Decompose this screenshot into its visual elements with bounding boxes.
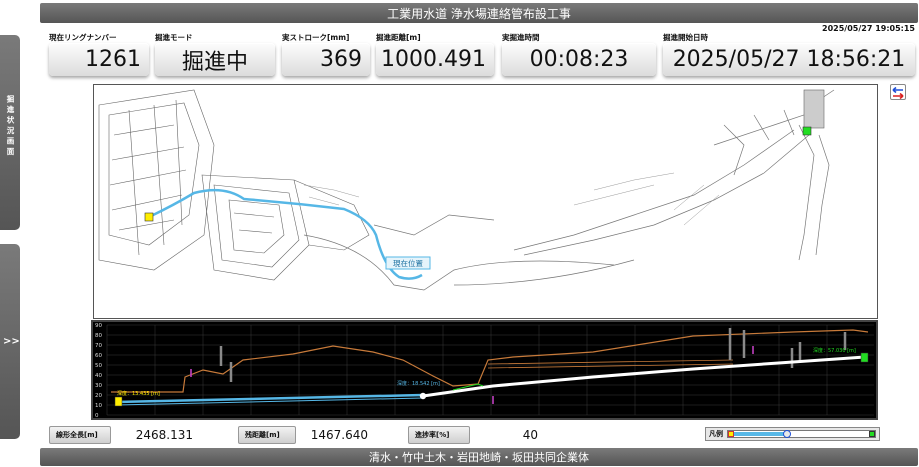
- metric-value: 00:08:23: [502, 43, 656, 76]
- metric-label: 実掘進時間: [502, 33, 540, 42]
- depth-profile-chart[interactable]: 90 80 70 60 50 40 30 20 10 0 深度：13.435 [m] 深度：18.…: [91, 320, 878, 420]
- y-tick-label: 20: [95, 393, 102, 399]
- profile-end-label: 深度：57.030 [m]: [813, 347, 856, 354]
- metric-label: 掘進距離[m]: [376, 33, 421, 42]
- legend-start-marker: [728, 431, 734, 437]
- upper-structure-lines: [487, 359, 734, 369]
- legend-label: 凡例: [709, 430, 723, 438]
- page-title: 工業用水道 浄水場連絡管布設工事: [387, 6, 571, 21]
- profile-y-ticks: 90 80 70 60 50 40 30 20 10 0: [95, 323, 102, 419]
- profile-current-label: 深度：18.542 [m]: [397, 380, 440, 387]
- metric-value: 2025/05/27 18:56:21: [663, 43, 915, 76]
- footer-bar: 清水・竹中土木・岩田地崎・坂田共同企業体: [40, 448, 918, 466]
- y-tick-label: 60: [95, 353, 102, 359]
- stat-label: 残距離[m]: [238, 426, 296, 444]
- profile-grid: [106, 324, 874, 416]
- stat-progress: 進捗率[%] 40: [408, 426, 546, 444]
- profile-start-label: 深度：13.435 [m]: [117, 390, 160, 397]
- metric-excavation-time: 実掘進時間 00:08:23: [502, 32, 656, 76]
- expand-arrows-icon: >>: [3, 336, 20, 347]
- end-point-marker: [802, 126, 812, 136]
- y-tick-label: 90: [95, 323, 102, 329]
- profile-remaining-line: [422, 355, 866, 398]
- profile-completed-line: [114, 393, 424, 404]
- route-map[interactable]: 現在位置: [93, 84, 878, 319]
- stat-label: 進捗率[%]: [408, 426, 470, 444]
- stat-value: 2468.131: [135, 428, 193, 442]
- city-blocks-left: [98, 89, 370, 281]
- metric-start-datetime: 掘進開始日時 2025/05/27 18:56:21: [663, 32, 915, 76]
- current-position-label: 現在位置: [393, 258, 423, 268]
- footer-text: 清水・竹中土木・岩田地崎・坂田共同企業体: [369, 451, 589, 464]
- terrain-lines: [303, 172, 720, 226]
- stat-total-length: 線形全長[m] 2468.131: [49, 426, 201, 444]
- route-map-drawing: 現在位置: [98, 89, 835, 291]
- legend-progress-track: [727, 430, 876, 438]
- y-tick-label: 50: [95, 363, 102, 369]
- y-tick-label: 10: [95, 403, 102, 409]
- swap-arrows-icon: [892, 86, 904, 100]
- sidebar-expand-button[interactable]: >>: [0, 244, 20, 439]
- stat-label: 線形全長[m]: [49, 426, 111, 444]
- ground-surface-line: [111, 329, 869, 393]
- stat-value: 1467.640: [310, 428, 368, 442]
- metric-label: 現在リングナンバー: [49, 33, 117, 42]
- profile-end-marker: [860, 352, 869, 363]
- metric-value: 369: [282, 43, 370, 76]
- metric-value: 1000.491: [376, 43, 494, 76]
- sidebar-tab-status-screen[interactable]: 掘進状況画面: [0, 35, 20, 230]
- metric-excavation-mode: 掘進モード 掘進中: [155, 32, 275, 76]
- y-tick-label: 30: [95, 383, 102, 389]
- profile-current-point: [419, 392, 427, 400]
- metric-value: 掘進中: [155, 43, 275, 76]
- y-tick-label: 80: [95, 333, 102, 339]
- legend-current-marker: [783, 430, 792, 438]
- stat-remaining-distance: 残距離[m] 1467.640: [238, 426, 376, 444]
- streets: [303, 89, 835, 291]
- metric-value: 1261: [49, 43, 149, 76]
- title-bar: 工業用水道 浄水場連絡管布設工事: [40, 3, 918, 23]
- y-tick-label: 70: [95, 343, 102, 349]
- metric-label: 掘進開始日時: [663, 33, 708, 42]
- metric-ring-number: 現在リングナンバー 1261: [49, 32, 149, 76]
- metric-label: 掘進モード: [155, 33, 193, 42]
- y-tick-label: 40: [95, 373, 102, 379]
- swap-direction-button[interactable]: [890, 84, 906, 100]
- legend-end-marker: [869, 431, 875, 437]
- legend-progress-fill: [734, 432, 788, 436]
- legend-progress: 凡例: [705, 427, 880, 441]
- metric-stroke: 実ストローク[mm] 369: [282, 32, 370, 76]
- depth-profile-drawing: 90 80 70 60 50 40 30 20 10 0 深度：13.435 [m] 深度：18.…: [95, 323, 874, 419]
- plant-facility: [803, 89, 825, 129]
- y-tick-label: 0: [95, 413, 99, 418]
- stat-value: 40: [522, 428, 538, 442]
- start-point-marker: [144, 212, 154, 222]
- metric-label: 実ストローク[mm]: [282, 33, 350, 42]
- route-completed-line: [148, 188, 423, 280]
- sidebar-tab-label: 掘進状況画面: [6, 95, 15, 158]
- profile-start-marker: [114, 396, 123, 407]
- metric-distance: 掘進距離[m] 1000.491: [376, 32, 494, 76]
